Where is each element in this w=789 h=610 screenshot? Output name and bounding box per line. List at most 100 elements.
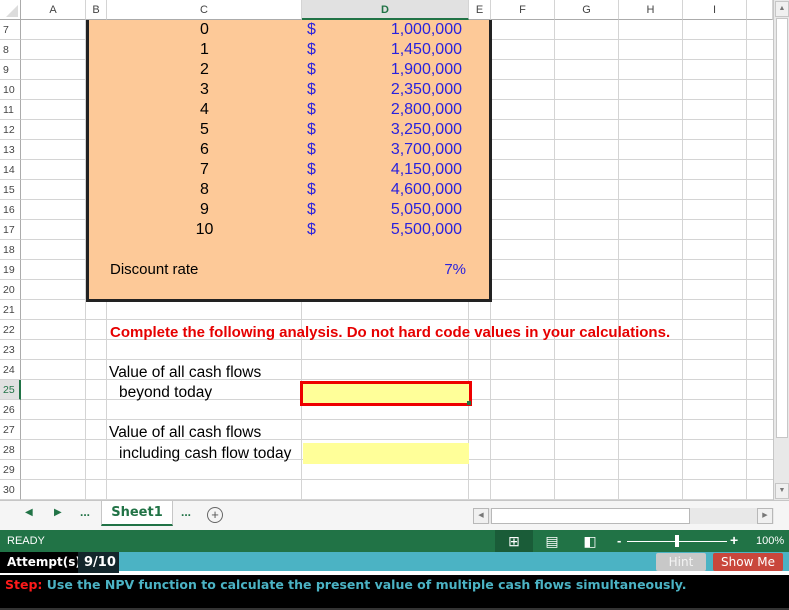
row-header-18[interactable]: 18 [0, 240, 21, 260]
scroll-right-button[interactable]: ▶ [757, 508, 773, 524]
spreadsheet-grid[interactable]: A B C D E F G H I 7 8 9 10 11 12 13 14 15 16 17 18 1… [0, 0, 773, 500]
row-header-9[interactable]: 9 [0, 60, 21, 80]
horizontal-scrollbar[interactable]: ◀ ▶ [473, 508, 774, 524]
row-header-24[interactable]: 24 [0, 360, 21, 380]
period-cell[interactable]: 9 [107, 200, 302, 220]
cash-flow-amount[interactable]: 2,800,000 [330, 100, 462, 120]
column-header-j[interactable] [747, 0, 773, 20]
row-header-19[interactable]: 19 [0, 260, 21, 280]
column-header-i[interactable]: I [683, 0, 747, 20]
zoom-in-button[interactable]: + [730, 532, 738, 548]
cash-flow-amount[interactable]: 5,500,000 [330, 220, 462, 240]
add-sheet-icon[interactable]: + [207, 507, 223, 523]
zoom-out-button[interactable]: - [617, 533, 621, 548]
attempts-label: Attempt(s) [0, 552, 81, 573]
scroll-left-button[interactable]: ◀ [473, 508, 489, 524]
select-all-corner[interactable] [0, 0, 21, 20]
q1-label-line1: Value of all cash flows [109, 364, 262, 381]
row-header-21[interactable]: 21 [0, 300, 21, 320]
row-header-8[interactable]: 8 [0, 40, 21, 60]
row-header-11[interactable]: 11 [0, 100, 21, 120]
vertical-scroll-thumb[interactable] [776, 18, 788, 438]
column-header-a[interactable]: A [21, 0, 86, 20]
horizontal-scroll-thumb[interactable] [491, 508, 690, 524]
gridline-col [682, 20, 683, 500]
step-text: Use the NPV function to calculate the pr… [42, 577, 687, 592]
row-header-30[interactable]: 30 [0, 480, 21, 500]
period-cell[interactable]: 10 [107, 220, 302, 240]
cash-flow-amount[interactable]: 1,000,000 [330, 20, 462, 40]
row-header-20[interactable]: 20 [0, 280, 21, 300]
discount-rate-value[interactable]: 7% [402, 260, 466, 280]
cash-flow-amount[interactable]: 2,350,000 [330, 80, 462, 100]
vertical-scrollbar[interactable]: ▲ ▼ [773, 0, 789, 500]
more-sheets-left[interactable]: ... [80, 505, 90, 519]
attempts-count: 9/10 [78, 552, 119, 573]
q2-input-cell[interactable] [303, 443, 469, 464]
cash-flow-amount[interactable]: 1,450,000 [330, 40, 462, 60]
row-header-26[interactable]: 26 [0, 400, 21, 420]
row-header-29[interactable]: 29 [0, 460, 21, 480]
gridline-col [554, 20, 555, 500]
column-header-f[interactable]: F [491, 0, 555, 20]
row-header-15[interactable]: 15 [0, 180, 21, 200]
period-cell[interactable]: 7 [107, 160, 302, 180]
currency-symbol: $ [307, 161, 316, 178]
next-sheet-icon[interactable]: ▶ [54, 507, 62, 518]
column-header-e[interactable]: E [469, 0, 491, 20]
cash-flow-amount[interactable]: 4,150,000 [330, 160, 462, 180]
zoom-slider-thumb[interactable] [675, 535, 679, 547]
row-header-10[interactable]: 10 [0, 80, 21, 100]
period-cell[interactable]: 2 [107, 60, 302, 80]
prev-sheet-icon[interactable]: ◀ [25, 507, 33, 518]
active-cell-cursor[interactable] [300, 381, 472, 406]
column-header-b[interactable]: B [86, 0, 107, 20]
column-header-c[interactable]: C [107, 0, 302, 20]
row-header-14[interactable]: 14 [0, 160, 21, 180]
period-cell[interactable]: 4 [107, 100, 302, 120]
period-cell[interactable]: 0 [107, 20, 302, 40]
scroll-down-button[interactable]: ▼ [775, 483, 789, 499]
tab-sheet1[interactable]: Sheet1 [101, 501, 173, 526]
q1-label-line2: beyond today [119, 384, 213, 401]
row-header-23[interactable]: 23 [0, 340, 21, 360]
period-cell[interactable]: 1 [107, 40, 302, 60]
row-header-7[interactable]: 7 [0, 20, 21, 40]
column-header-g[interactable]: G [555, 0, 619, 20]
cash-flow-amount[interactable]: 3,700,000 [330, 140, 462, 160]
period-cell[interactable]: 3 [107, 80, 302, 100]
cash-flow-amount[interactable]: 3,250,000 [330, 120, 462, 140]
row-header-25[interactable]: 25 [0, 380, 21, 400]
zoom-level[interactable]: 100% [756, 535, 784, 547]
row-header-27[interactable]: 27 [0, 420, 21, 440]
page-layout-view-icon[interactable]: ▤ [533, 530, 571, 552]
period-cell[interactable]: 8 [107, 180, 302, 200]
period-cell[interactable]: 5 [107, 120, 302, 140]
row-header-13[interactable]: 13 [0, 140, 21, 160]
discount-rate-label: Discount rate [110, 261, 199, 278]
currency-symbol: $ [307, 181, 316, 198]
cash-flow-amount[interactable]: 5,050,000 [330, 200, 462, 220]
scroll-up-button[interactable]: ▲ [775, 1, 789, 17]
step-label: Step: [5, 577, 43, 592]
row-header-22[interactable]: 22 [0, 320, 21, 340]
currency-symbol: $ [307, 141, 316, 158]
more-sheets-right[interactable]: ... [181, 505, 191, 519]
normal-view-icon[interactable]: ⊞ [495, 530, 533, 552]
gridline-col [618, 20, 619, 500]
page-break-view-icon[interactable]: ◧ [571, 530, 609, 552]
row-header-12[interactable]: 12 [0, 120, 21, 140]
show-me-button[interactable]: Show Me [713, 553, 783, 571]
column-header-h[interactable]: H [619, 0, 683, 20]
q2-label-line2: including cash flow today [119, 445, 292, 462]
row-header-28[interactable]: 28 [0, 440, 21, 460]
period-cell[interactable]: 6 [107, 140, 302, 160]
row-header-17[interactable]: 17 [0, 220, 21, 240]
currency-symbol: $ [307, 221, 316, 238]
step-instruction-bar: Step: Use the NPV function to calculate … [0, 575, 789, 610]
cash-flow-amount[interactable]: 4,600,000 [330, 180, 462, 200]
cash-flow-amount[interactable]: 1,900,000 [330, 60, 462, 80]
hint-button[interactable]: Hint [656, 553, 706, 571]
column-header-d[interactable]: D [302, 0, 469, 20]
row-header-16[interactable]: 16 [0, 200, 21, 220]
